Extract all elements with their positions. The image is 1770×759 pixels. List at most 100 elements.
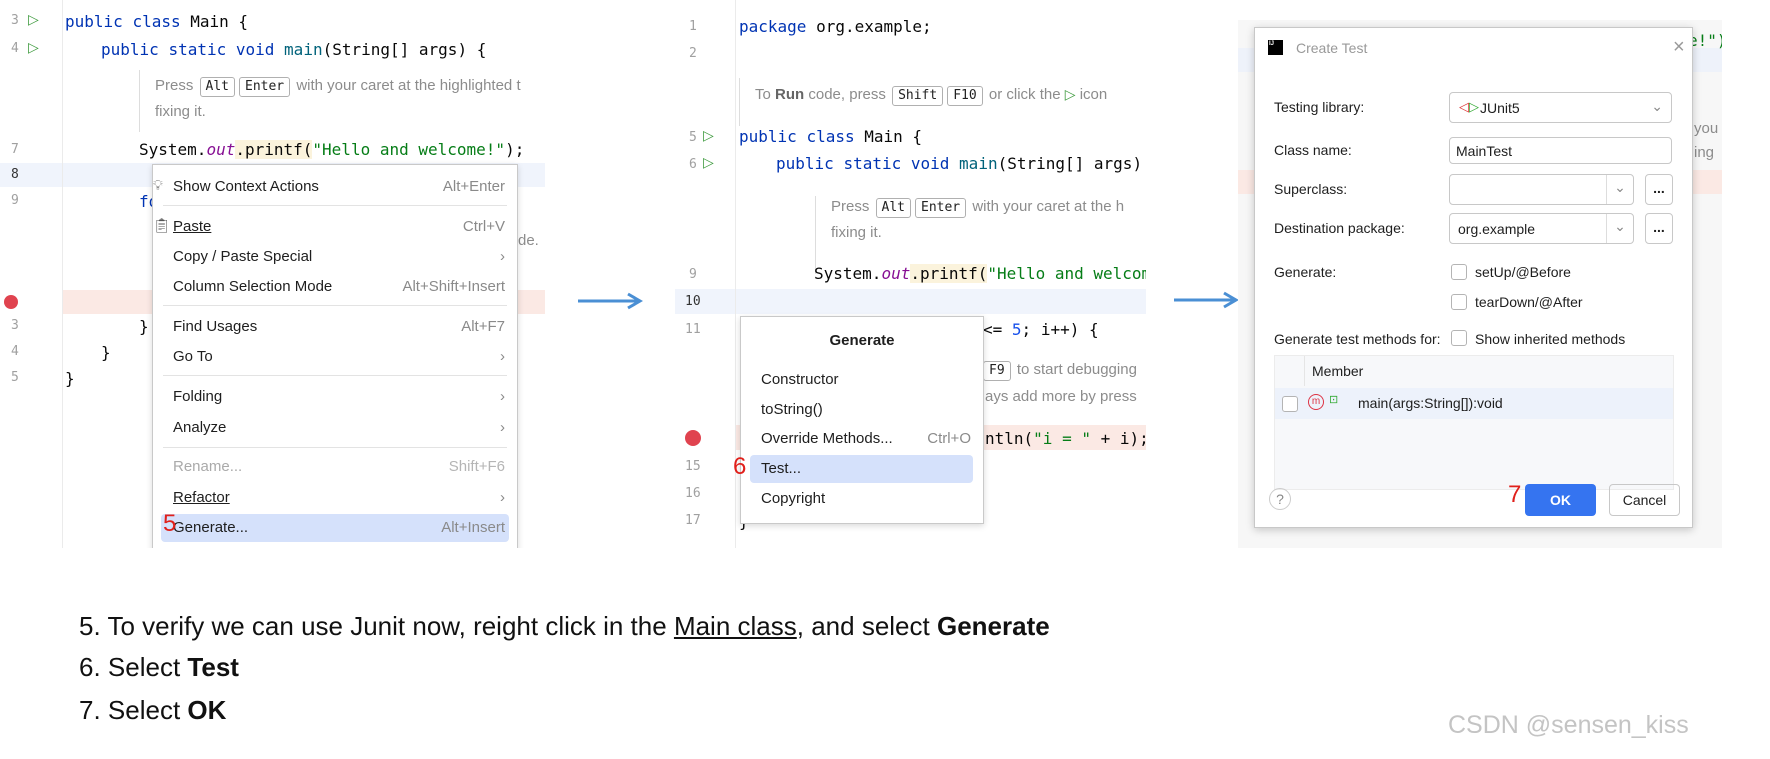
watermark: CSDN @sensen_kiss — [1448, 711, 1689, 739]
code-line: System.out.printf("Hello and welcome — [814, 264, 1146, 283]
line-number: 4 — [11, 41, 19, 56]
editor-panel-1: 3 ▷ 4 ▷ 7 8 9 3 4 5 public class Main { … — [0, 0, 545, 548]
inlay-hint: fixing it. — [155, 103, 206, 120]
setup-label: setUp/@Before — [1475, 264, 1571, 280]
code-line: ntln("i = " + i); — [985, 429, 1146, 448]
testing-library-select[interactable]: ◁▷ JUnit5 ⌄ — [1449, 92, 1672, 123]
line-number: 7 — [11, 142, 19, 157]
hint-bar — [139, 70, 140, 132]
chevron-right-icon: › — [500, 419, 505, 436]
show-inherited-checkbox[interactable] — [1451, 330, 1467, 346]
code-line: <= 5; i++) { — [983, 320, 1099, 339]
menu-item-generate[interactable]: Generate... Alt+Insert — [161, 514, 509, 542]
line-number: 5 — [689, 130, 697, 145]
line-number: 6 — [689, 157, 697, 172]
step-number: 5 — [163, 510, 177, 537]
cancel-button[interactable]: Cancel — [1609, 484, 1680, 516]
teardown-label: tearDown/@After — [1475, 294, 1583, 310]
run-hint: To Run code, press Shift F10 or click the… — [755, 86, 1107, 106]
line-number: 16 — [685, 486, 701, 501]
editor-panel-2: 1 2 5 ▷ 6 ▷ 9 10 11 15 16 17 package org… — [675, 0, 1146, 548]
menu-item-show-context-actions[interactable]: 💡︎ Show Context Actions Alt+Enter — [153, 173, 517, 201]
menu-item-paste[interactable]: 📋︎ Paste Ctrl+V — [153, 213, 517, 241]
class-name-input[interactable] — [1449, 137, 1672, 164]
inlay-hint: ays add more by press — [985, 388, 1137, 405]
lightbulb-icon: 💡︎ — [153, 177, 163, 193]
destination-package-combo[interactable]: org.example ⌄ — [1449, 213, 1634, 244]
code-line: System.out.printf("Hello and welcome!"); — [139, 140, 525, 159]
context-menu: 💡︎ Show Context Actions Alt+Enter 📋︎ Paste C… — [152, 164, 518, 548]
hint-bar — [815, 196, 816, 274]
teardown-checkbox[interactable] — [1451, 294, 1467, 310]
clipboard-icon: 📋︎ — [153, 217, 171, 233]
line-number: 9 — [11, 193, 19, 208]
line-number: 8 — [11, 167, 19, 182]
menu-item-refactor[interactable]: Refactor › — [153, 484, 517, 512]
line-number: 4 — [11, 344, 19, 359]
create-test-dialog: IJ Create Test × Testing library: ◁▷ JUn… — [1254, 27, 1693, 528]
destination-browse-button[interactable]: ... — [1645, 213, 1673, 244]
superclass-label: Superclass: — [1274, 181, 1348, 197]
step-number: 7 — [1508, 481, 1522, 508]
close-icon[interactable]: × — [1673, 36, 1685, 59]
gutter-divider — [62, 0, 63, 548]
intellij-logo-icon: IJ — [1268, 40, 1283, 55]
setup-checkbox[interactable] — [1451, 264, 1467, 280]
public-lock-icon: ⊡ — [1329, 394, 1339, 406]
chevron-right-icon: › — [500, 388, 505, 405]
member-row[interactable]: m ⊡ main(args:String[]):void — [1275, 388, 1673, 419]
breakpoint-icon[interactable] — [4, 295, 18, 309]
superclass-browse-button[interactable]: ... — [1645, 174, 1673, 205]
popup-title: Generate — [829, 332, 895, 349]
instruction-step-5: 5. To verify we can use Junit now, reigh… — [79, 611, 1050, 641]
line-number: 11 — [685, 322, 701, 337]
chevron-down-icon: ⌄ — [1651, 98, 1663, 114]
menu-item-constructor[interactable]: Constructor — [741, 366, 983, 394]
code-line: public class Main { — [739, 127, 923, 146]
method-icon: m — [1308, 394, 1324, 410]
line-number: 3 — [11, 13, 19, 28]
breakpoint-icon[interactable] — [685, 430, 701, 446]
menu-item-rename: Rename... Shift+F6 — [173, 458, 505, 475]
chevron-right-icon: › — [500, 248, 505, 265]
menu-item-find-usages[interactable]: Find Usages Alt+F7 — [153, 313, 517, 341]
run-icon[interactable]: ▷ — [703, 154, 714, 171]
arrow-right-icon — [1174, 291, 1239, 309]
line-number: 9 — [689, 267, 697, 282]
class-name-label: Class name: — [1274, 142, 1352, 158]
code-line: public class Main { — [65, 12, 249, 31]
line-number: 3 — [11, 318, 19, 333]
run-icon[interactable]: ▷ — [28, 11, 39, 28]
run-icon: ▷ — [1064, 86, 1076, 102]
menu-item-analyze[interactable]: Analyze › — [153, 414, 517, 442]
inlay-hint: F9 to start debugging — [981, 361, 1137, 381]
chevron-right-icon: › — [500, 348, 505, 365]
generate-methods-label: Generate test methods for: — [1274, 331, 1441, 347]
run-icon[interactable]: ▷ — [28, 39, 39, 56]
menu-item-copy-paste-special[interactable]: Copy / Paste Special › — [153, 243, 517, 271]
menu-item-test[interactable]: Test... — [750, 455, 973, 483]
line-number: 5 — [11, 370, 19, 385]
inlay-hint: Press Alt Enter with your caret at the h — [831, 198, 1124, 218]
line-number: 17 — [685, 513, 701, 528]
destination-package-label: Destination package: — [1274, 220, 1405, 236]
run-icon[interactable]: ▷ — [703, 127, 714, 144]
menu-item-go-to[interactable]: Go To › — [153, 343, 517, 371]
menu-item-tostring[interactable]: toString() — [741, 396, 983, 424]
generate-label: Generate: — [1274, 264, 1337, 280]
inlay-hint: fixing it. — [831, 224, 882, 241]
menu-item-column-selection-mode[interactable]: Column Selection Mode Alt+Shift+Insert — [153, 273, 517, 301]
member-checkbox[interactable] — [1282, 396, 1298, 412]
member-column-header: Member — [1312, 363, 1364, 379]
step-number: 6 — [733, 453, 747, 480]
line-number: 2 — [689, 46, 697, 61]
arrow-right-icon — [578, 292, 643, 310]
menu-item-copyright[interactable]: Copyright — [741, 485, 983, 513]
menu-item-override-methods[interactable]: Override Methods... Ctrl+O — [741, 425, 983, 453]
inlay-hint: de. — [518, 232, 539, 249]
superclass-combo[interactable]: ⌄ — [1449, 174, 1634, 205]
inlay-hint: Press Alt Enter with your caret at the hi… — [155, 77, 521, 97]
ok-button[interactable]: OK — [1525, 484, 1596, 516]
menu-item-folding[interactable]: Folding › — [153, 383, 517, 411]
help-button[interactable]: ? — [1269, 488, 1291, 510]
